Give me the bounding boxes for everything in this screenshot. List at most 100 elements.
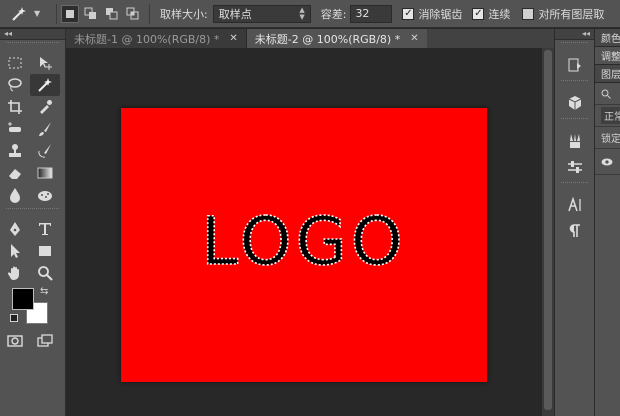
- antialias-label: 消除锯齿: [418, 7, 463, 21]
- search-icon: [601, 89, 611, 99]
- check-icon: ✓: [402, 7, 415, 20]
- tab-label: 未标题-1 @ 100%(RGB/8) *: [74, 32, 220, 46]
- brush-panel-button[interactable]: [555, 154, 595, 180]
- divider: [149, 3, 150, 24]
- tab-document-1[interactable]: 未标题-1 @ 100%(RGB/8) * ✕: [66, 29, 247, 48]
- collapse-panel-button[interactable]: ◂◂: [555, 29, 594, 40]
- document-canvas[interactable]: LOGO: [121, 108, 487, 382]
- quick-mask-button[interactable]: [0, 330, 30, 352]
- hand-icon: [7, 266, 19, 281]
- photoshop-window: ▼ 取样大小: 取样点 ▲ ▼ 容差: 32 ✓ 消除锯齿 ✓ 连续 对所有图层取…: [0, 0, 620, 416]
- lasso-icon: [8, 78, 22, 92]
- marquee-icon: [8, 57, 22, 69]
- tab-layers[interactable]: 图层: [595, 65, 620, 83]
- move-icon: [40, 57, 52, 70]
- rectangle-tool[interactable]: [30, 240, 60, 262]
- history-panel-button[interactable]: [555, 52, 595, 78]
- options-bar: ▼ 取样大小: 取样点 ▲ ▼ 容差: 32 ✓ 消除锯齿 ✓ 连续 对所有图层取: [0, 0, 620, 28]
- type-tool[interactable]: [30, 218, 60, 240]
- screen-mode-button[interactable]: [30, 330, 60, 352]
- add-to-selection-button[interactable]: [82, 5, 100, 23]
- pen-icon: [10, 222, 20, 236]
- lock-row: 锁定: [595, 127, 620, 149]
- tolerance-input[interactable]: 32: [350, 4, 393, 23]
- history-brush-tool[interactable]: [30, 140, 60, 162]
- lock-label: 锁定: [601, 134, 620, 145]
- paragraph-panel-button[interactable]: [555, 218, 595, 244]
- antialias-checkbox[interactable]: ✓ 消除锯齿: [402, 6, 462, 22]
- vertical-scrollbar[interactable]: [542, 48, 554, 416]
- scrollbar-thumb[interactable]: [544, 50, 552, 410]
- new-selection-button[interactable]: [61, 4, 79, 23]
- all-layers-label: 对所有图层取: [538, 7, 605, 21]
- path-selection-tool[interactable]: [0, 240, 30, 262]
- eyedropper-icon: [40, 100, 52, 114]
- intersect-selection-button[interactable]: [124, 5, 142, 23]
- brushes-icon: [570, 134, 580, 148]
- panel-grip: [6, 208, 59, 216]
- rectangle-icon: [39, 246, 51, 256]
- panels-column: 颜色 调整 图层 正常 锁定: [594, 29, 620, 416]
- divider: [56, 3, 57, 24]
- panel-grip[interactable]: [561, 42, 588, 50]
- magic-wand-icon: [12, 6, 26, 21]
- lasso-tool[interactable]: [0, 74, 30, 96]
- brush-icon: [39, 122, 51, 136]
- eraser-icon: [9, 169, 21, 179]
- tab-document-2[interactable]: 未标题-2 @ 100%(RGB/8) * ✕: [246, 29, 427, 48]
- new-selection-icon: [66, 9, 74, 18]
- blend-mode-value: 正常: [601, 107, 620, 124]
- add-selection-icon: [84, 7, 96, 19]
- panel-grip[interactable]: [6, 42, 59, 50]
- healing-brush-tool[interactable]: [0, 118, 30, 140]
- blend-mode-select[interactable]: 正常: [595, 105, 620, 127]
- character-panel-button[interactable]: [555, 192, 595, 218]
- layers-list: [595, 175, 620, 416]
- panel-dock: ◂◂: [554, 29, 594, 416]
- foreground-color-swatch[interactable]: [12, 288, 34, 310]
- tools-panel: ◂◂ ⇆: [0, 29, 66, 416]
- all-layers-checkbox[interactable]: 对所有图层取: [522, 6, 604, 22]
- subtract-from-selection-button[interactable]: [103, 5, 121, 23]
- tool-preset-picker[interactable]: ▼: [0, 1, 52, 27]
- crop-icon: [8, 100, 22, 114]
- pen-tool[interactable]: [0, 218, 30, 240]
- character-icon: [568, 197, 581, 212]
- contiguous-checkbox[interactable]: ✓ 连续: [472, 6, 510, 22]
- stamp-icon: [9, 144, 21, 157]
- hand-tool[interactable]: [0, 262, 30, 284]
- brush-tool[interactable]: [30, 118, 60, 140]
- eraser-tool[interactable]: [0, 162, 30, 184]
- intersect-selection-icon: [126, 7, 139, 19]
- eyedropper-tool[interactable]: [30, 96, 60, 118]
- updown-arrows-icon: ▲ ▼: [299, 5, 305, 21]
- tab-adjustments[interactable]: 调整: [595, 47, 620, 65]
- layer-filter[interactable]: [595, 83, 620, 105]
- brush-preset-panel-button[interactable]: [555, 128, 595, 154]
- magic-wand-tool[interactable]: [30, 74, 60, 96]
- tab-label: 未标题-2 @ 100%(RGB/8) *: [254, 32, 401, 46]
- collapse-panel-button[interactable]: ◂◂: [0, 29, 65, 40]
- zoom-tool[interactable]: [30, 262, 60, 284]
- gradient-tool[interactable]: [30, 162, 60, 184]
- move-tool[interactable]: [30, 52, 60, 74]
- crop-tool[interactable]: [0, 96, 30, 118]
- check-icon: ✓: [472, 7, 485, 20]
- blur-tool[interactable]: [0, 184, 30, 206]
- path-select-icon: [11, 244, 20, 258]
- layer-row[interactable]: [595, 149, 620, 175]
- dodge-tool[interactable]: [30, 184, 60, 206]
- sample-size-select[interactable]: 取样点 ▲ ▼: [212, 4, 311, 23]
- rectangular-marquee-tool[interactable]: [0, 52, 30, 74]
- logo-text-layer: LOGO: [200, 202, 403, 281]
- close-icon[interactable]: ✕: [229, 33, 237, 44]
- clone-stamp-tool[interactable]: [0, 140, 30, 162]
- 3d-panel-button[interactable]: [555, 90, 595, 116]
- close-icon[interactable]: ✕: [410, 33, 418, 44]
- tab-color[interactable]: 颜色: [595, 29, 620, 47]
- panel-grip: [561, 182, 588, 190]
- default-colors-icon[interactable]: [10, 314, 18, 322]
- swap-colors-icon[interactable]: ⇆: [40, 286, 48, 297]
- gradient-icon: [37, 167, 53, 179]
- eye-icon[interactable]: [601, 157, 613, 167]
